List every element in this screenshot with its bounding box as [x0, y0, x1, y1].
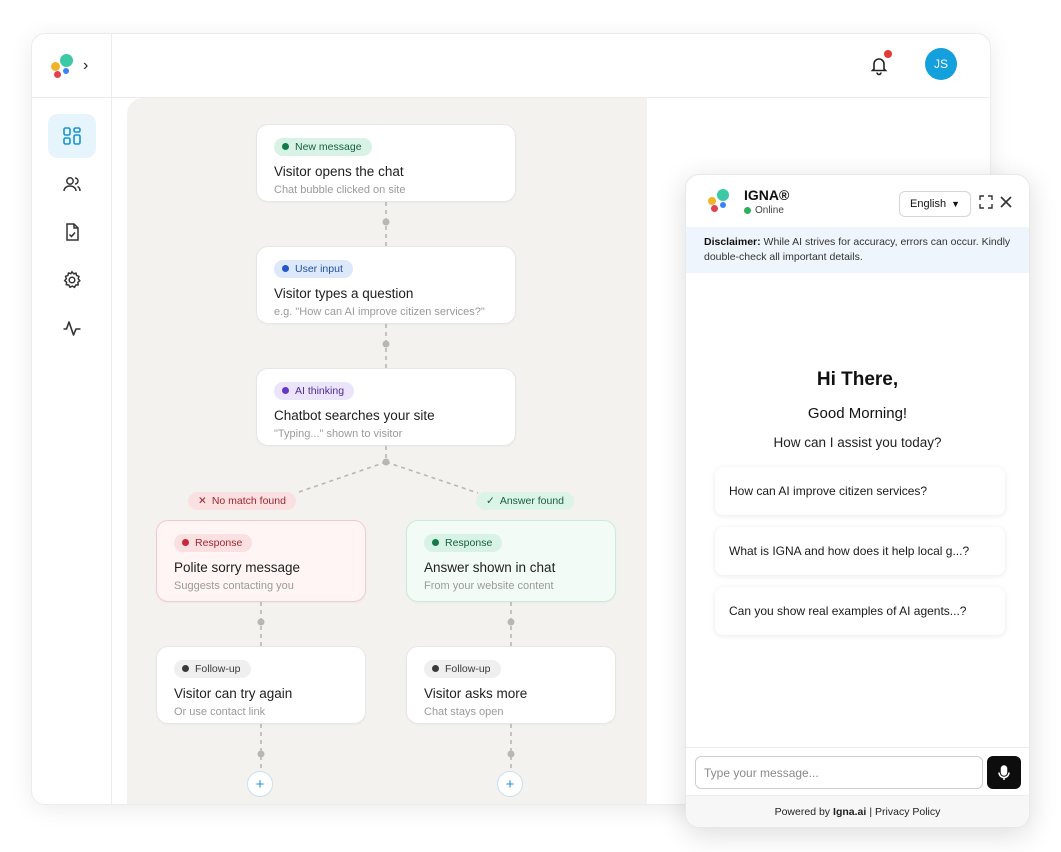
- users-icon: [63, 177, 81, 192]
- node-subtitle: From your website content: [424, 579, 554, 592]
- node-subtitle: e.g. "How can AI improve citizen service…: [274, 305, 485, 318]
- flow-node-try-again[interactable]: Follow-up Visitor can try again Or use c…: [156, 646, 366, 724]
- node-title: Visitor opens the chat: [274, 163, 404, 179]
- notification-dot: [884, 50, 892, 58]
- sidebar: ›: [32, 34, 112, 804]
- chat-widget: IGNA® Online English ▼ Disclaimer: While …: [685, 174, 1030, 828]
- add-step-button[interactable]: +: [247, 771, 273, 797]
- node-tag: User input: [274, 259, 353, 278]
- node-tag: Response: [424, 533, 503, 552]
- add-step-button[interactable]: +: [497, 771, 523, 797]
- sidebar-item-documents[interactable]: [48, 210, 96, 254]
- activity-icon: [63, 321, 81, 336]
- node-title: Chatbot searches your site: [274, 407, 435, 423]
- notifications-button[interactable]: [868, 50, 892, 76]
- expand-icon[interactable]: [979, 195, 993, 209]
- node-subtitle: Or use contact link: [174, 705, 266, 718]
- node-title: Visitor can try again: [174, 685, 293, 701]
- flow-node-sorry-response[interactable]: Response Polite sorry message Suggests c…: [156, 520, 366, 602]
- node-subtitle: "Typing..." shown to visitor: [274, 427, 403, 440]
- branch-answer-found: ✓ Answer found: [476, 492, 575, 510]
- sidebar-item-activity[interactable]: [48, 306, 96, 350]
- node-tag: Follow-up: [424, 659, 501, 678]
- microphone-icon: [998, 764, 1010, 780]
- gear-icon: [63, 270, 81, 289]
- online-status: Online: [744, 205, 789, 216]
- microphone-button[interactable]: [987, 756, 1021, 789]
- sidebar-item-users[interactable]: [48, 162, 96, 206]
- chat-header: IGNA® Online English ▼: [686, 175, 1029, 227]
- greeting-subtitle: Good Morning!: [807, 405, 908, 422]
- flow-node-answer-response[interactable]: Response Answer shown in chat From your …: [406, 520, 616, 602]
- sidebar-item-dashboard[interactable]: [48, 114, 96, 158]
- language-select[interactable]: English ▼: [899, 191, 971, 217]
- dashboard-icon: [63, 127, 81, 145]
- chevron-right-icon[interactable]: ›: [83, 57, 88, 75]
- check-icon: ✓: [486, 495, 495, 507]
- disclaimer-banner: Disclaimer: While AI strives for accurac…: [686, 227, 1029, 273]
- flow-node-asks-more[interactable]: Follow-up Visitor asks more Chat stays o…: [406, 646, 616, 724]
- node-tag: AI thinking: [274, 381, 355, 400]
- greeting-title: Hi There,: [816, 369, 899, 390]
- node-tag: Response: [174, 533, 253, 552]
- chat-title: IGNA®: [744, 186, 790, 203]
- branch-no-match: ✕ No match found: [188, 492, 296, 510]
- close-icon[interactable]: [999, 195, 1013, 209]
- node-subtitle: Suggests contacting you: [174, 579, 294, 592]
- node-title: Polite sorry message: [174, 559, 301, 575]
- suggestion-button[interactable]: How can AI improve citizen services?: [715, 467, 1005, 515]
- document-check-icon: [66, 223, 79, 241]
- sidebar-item-settings[interactable]: [48, 258, 96, 302]
- node-subtitle: Chat stays open: [424, 705, 504, 718]
- node-title: Answer shown in chat: [424, 559, 556, 575]
- suggestion-button[interactable]: What is IGNA and how does it help local …: [715, 527, 1005, 575]
- node-subtitle: Chat bubble clicked on site: [274, 183, 406, 196]
- powered-by: Powered by Igna.ai | Privacy Policy: [686, 795, 1029, 827]
- flow-node-user-input[interactable]: User input Visitor types a question e.g.…: [256, 246, 516, 324]
- logo-area[interactable]: ›: [32, 34, 112, 98]
- close-icon: ✕: [198, 495, 207, 507]
- logo: [51, 53, 75, 78]
- top-bar: JS: [112, 34, 990, 98]
- message-input[interactable]: [695, 756, 983, 789]
- chat-footer: Powered by Igna.ai | Privacy Policy: [686, 747, 1029, 827]
- node-tag: New message: [274, 137, 372, 156]
- caret-down-icon: ▼: [951, 199, 960, 209]
- privacy-link[interactable]: Privacy Policy: [875, 806, 940, 818]
- avatar[interactable]: JS: [925, 48, 957, 80]
- greeting: Hi There, Good Morning! How can I assist…: [686, 369, 1029, 450]
- node-tag: Follow-up: [174, 659, 251, 678]
- node-title: Visitor asks more: [424, 685, 528, 701]
- node-title: Visitor types a question: [274, 285, 414, 301]
- brand-link[interactable]: Igna.ai: [833, 806, 866, 818]
- greeting-prompt: How can I assist you today?: [773, 435, 942, 450]
- flow-node-open-chat[interactable]: New message Visitor opens the chat Chat …: [256, 124, 516, 202]
- suggestion-button[interactable]: Can you show real examples of AI agents.…: [715, 587, 1005, 635]
- chat-logo: [708, 189, 732, 213]
- flow-node-ai-thinking[interactable]: AI thinking Chatbot searches your site "…: [256, 368, 516, 446]
